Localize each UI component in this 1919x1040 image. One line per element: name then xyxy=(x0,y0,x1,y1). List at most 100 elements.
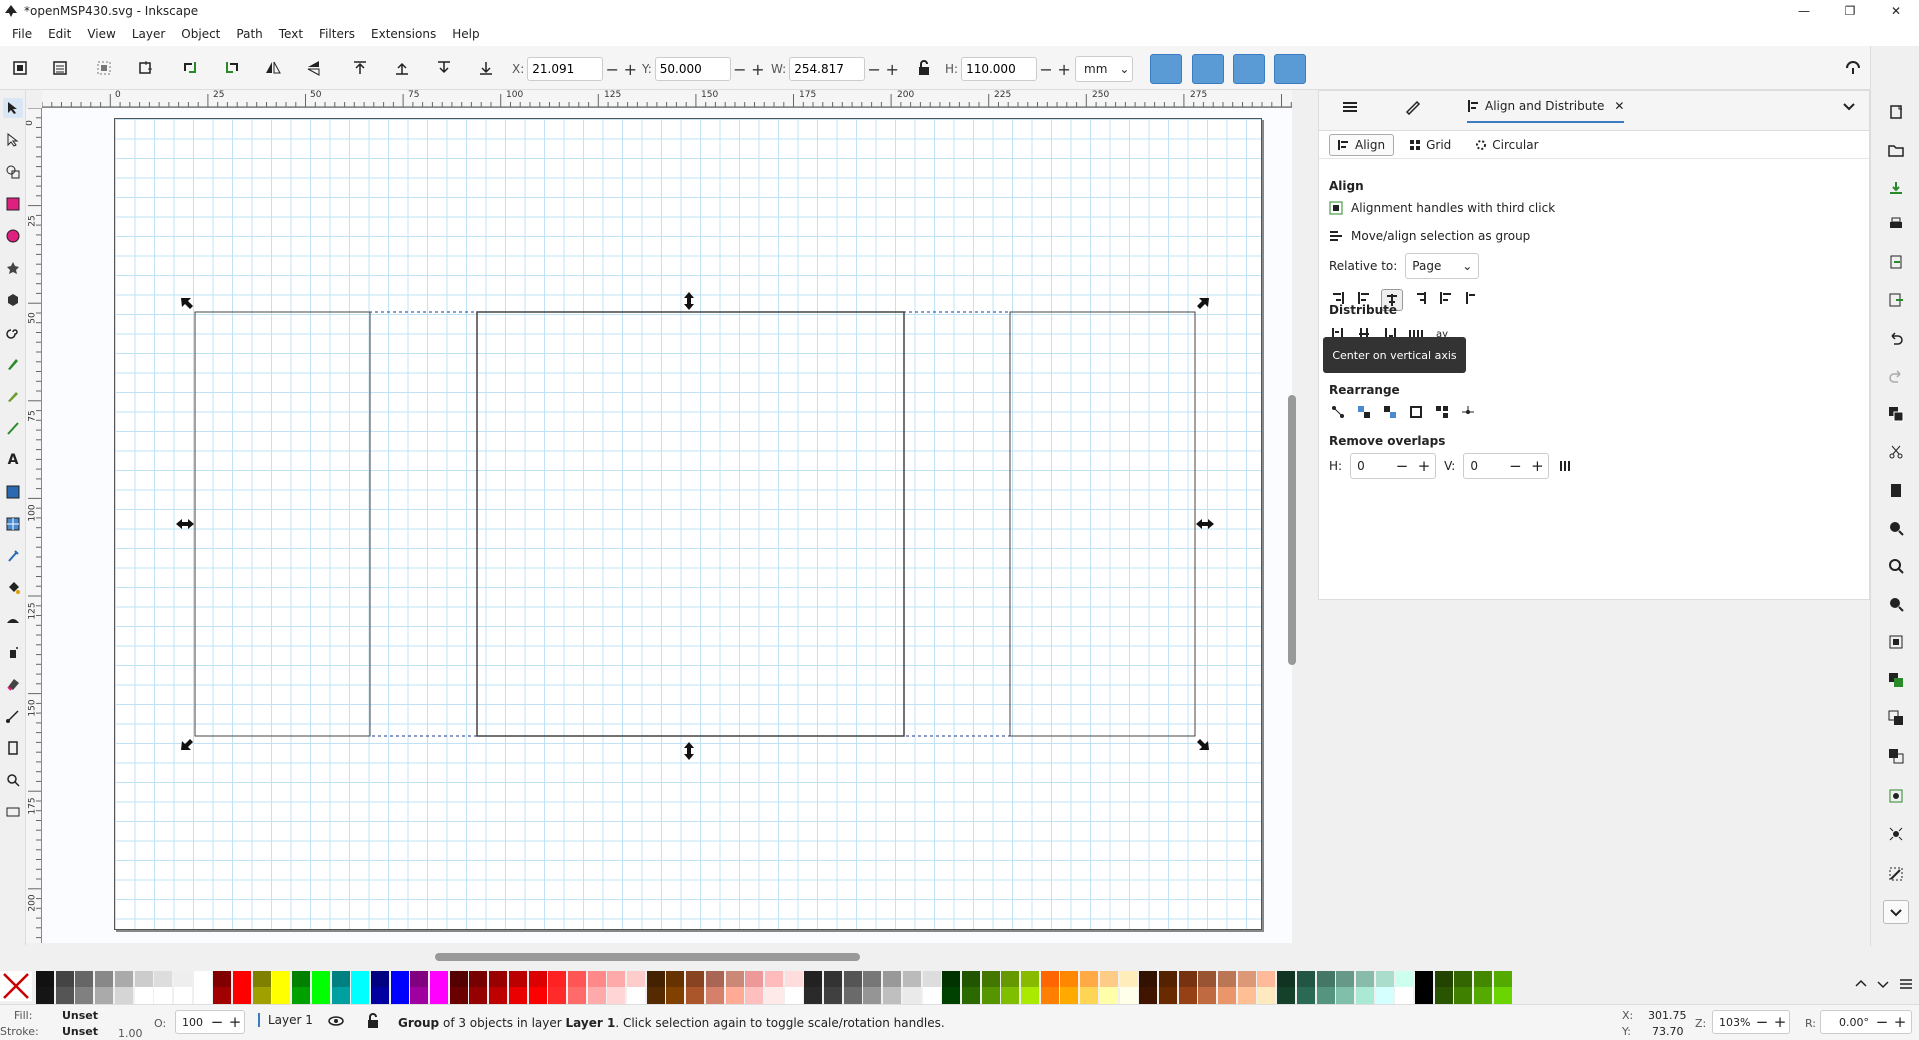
menu-edit[interactable]: Edit xyxy=(40,27,79,41)
tab-align-distribute[interactable]: Align and Distribute ✕ xyxy=(1467,99,1625,123)
rotate-cw-icon[interactable] xyxy=(222,58,242,78)
horizontal-scrollbar[interactable] xyxy=(435,953,860,961)
paint-bucket-tool-icon[interactable] xyxy=(3,578,23,598)
color-swatch[interactable] xyxy=(922,987,941,1004)
relative-to-select[interactable]: Page ⌄ xyxy=(1405,253,1480,279)
w-input[interactable] xyxy=(789,57,866,81)
color-swatch[interactable] xyxy=(1040,987,1059,1004)
exchange-stacking-order-icon[interactable] xyxy=(1381,403,1399,421)
color-swatch[interactable] xyxy=(1099,987,1118,1004)
star-tool-icon[interactable] xyxy=(3,258,23,278)
menu-filters[interactable]: Filters xyxy=(311,27,363,41)
color-swatch[interactable] xyxy=(942,971,961,988)
dock-menu-chevron-icon[interactable] xyxy=(1842,99,1856,113)
unlink-clone-icon[interactable] xyxy=(1886,746,1906,766)
color-swatch[interactable] xyxy=(1257,987,1276,1004)
color-swatch[interactable] xyxy=(942,987,961,1004)
color-swatch[interactable] xyxy=(1040,971,1059,988)
color-swatch[interactable] xyxy=(1493,987,1512,1004)
color-swatch[interactable] xyxy=(587,971,606,988)
overlap-h-spinner[interactable]: 0 − + xyxy=(1350,453,1437,479)
minimize-button[interactable]: — xyxy=(1781,0,1827,22)
color-swatch[interactable] xyxy=(370,971,389,988)
color-swatch[interactable] xyxy=(1296,971,1315,988)
h-decrement-button[interactable]: − xyxy=(1037,60,1055,79)
color-swatch[interactable] xyxy=(824,987,842,1004)
color-swatch[interactable] xyxy=(1434,987,1453,1004)
color-swatch[interactable] xyxy=(863,987,882,1004)
color-swatch[interactable] xyxy=(193,971,212,988)
calligraphy-tool-icon[interactable] xyxy=(3,418,23,438)
lower-to-bottom-icon[interactable] xyxy=(476,58,496,78)
layers-tab-icon[interactable] xyxy=(1341,99,1359,115)
color-swatch[interactable] xyxy=(469,971,488,988)
copy-icon[interactable] xyxy=(1886,404,1906,424)
color-swatch[interactable] xyxy=(804,987,823,1004)
subtab-circular[interactable]: Circular xyxy=(1466,134,1547,156)
color-swatch[interactable] xyxy=(1257,971,1276,988)
color-swatch[interactable] xyxy=(607,987,626,1004)
color-swatch[interactable] xyxy=(1355,987,1374,1004)
randomize-centers-icon[interactable] xyxy=(1433,403,1451,421)
move-patterns-toggle[interactable] xyxy=(1274,54,1306,84)
pages-tool-icon[interactable] xyxy=(3,738,23,758)
color-swatch[interactable] xyxy=(981,971,1000,988)
color-swatch[interactable] xyxy=(1060,971,1079,988)
color-swatch[interactable] xyxy=(292,971,311,988)
spray-tool-icon[interactable] xyxy=(3,642,23,662)
paste-icon[interactable] xyxy=(1886,480,1906,500)
cut-icon[interactable] xyxy=(1886,442,1906,462)
color-swatch[interactable] xyxy=(75,971,94,988)
color-swatch[interactable] xyxy=(173,971,192,988)
more-commands-chevron-icon[interactable] xyxy=(1883,900,1909,924)
color-swatch[interactable] xyxy=(134,987,153,1004)
scale-stroke-toggle[interactable] xyxy=(1150,54,1182,84)
palette-scroll-down-icon[interactable] xyxy=(1877,978,1889,990)
third-click-option[interactable]: Alignment handles with third click xyxy=(1329,201,1555,215)
color-swatch[interactable] xyxy=(1434,971,1453,988)
zoom-tool-icon[interactable] xyxy=(3,770,23,790)
align-right-sides-icon[interactable] xyxy=(1411,289,1429,307)
layer-lock-icon[interactable] xyxy=(366,1013,380,1032)
w-decrement-button[interactable]: − xyxy=(865,60,883,79)
color-swatch[interactable] xyxy=(1296,987,1315,1004)
color-swatch[interactable] xyxy=(331,971,350,988)
color-swatch[interactable] xyxy=(252,971,271,988)
unit-select[interactable]: mm ⌄ xyxy=(1075,56,1133,82)
eraser-tool-icon[interactable] xyxy=(3,674,23,694)
color-swatch[interactable] xyxy=(331,987,350,1004)
color-swatch[interactable] xyxy=(1395,971,1414,988)
color-swatch[interactable] xyxy=(390,971,409,988)
clone-icon[interactable] xyxy=(1886,708,1906,728)
color-swatch[interactable] xyxy=(410,987,429,1004)
scale-corners-toggle[interactable] xyxy=(1192,54,1224,84)
color-swatch[interactable] xyxy=(1415,971,1433,988)
lower-icon[interactable] xyxy=(434,58,454,78)
rearrange-graph-icon[interactable] xyxy=(1329,403,1347,421)
color-swatch[interactable] xyxy=(1355,971,1374,988)
color-swatch[interactable] xyxy=(883,987,902,1004)
color-swatch[interactable] xyxy=(784,971,803,988)
mesh-tool-icon[interactable] xyxy=(3,514,23,534)
color-swatch[interactable] xyxy=(627,987,645,1004)
color-swatch[interactable] xyxy=(95,971,114,988)
color-swatch[interactable] xyxy=(311,971,330,988)
undo-icon[interactable] xyxy=(1886,328,1906,348)
exchange-selection-order-icon[interactable] xyxy=(1355,403,1373,421)
center-rectangle[interactable] xyxy=(476,311,905,737)
color-swatch[interactable] xyxy=(1060,987,1079,1004)
node-tool-icon[interactable] xyxy=(3,130,23,150)
ungroup-icon[interactable] xyxy=(1886,824,1906,844)
color-swatch[interactable] xyxy=(1395,987,1414,1004)
color-swatch[interactable] xyxy=(1139,971,1158,988)
raise-icon[interactable] xyxy=(392,58,412,78)
subtab-grid[interactable]: Grid xyxy=(1400,134,1460,156)
color-swatch[interactable] xyxy=(114,987,133,1004)
color-swatch[interactable] xyxy=(686,971,705,988)
color-swatch[interactable] xyxy=(804,971,823,988)
color-swatch[interactable] xyxy=(508,971,527,988)
menu-object[interactable]: Object xyxy=(173,27,228,41)
color-swatch[interactable] xyxy=(646,987,665,1004)
fill-stroke-tab-icon[interactable] xyxy=(1404,99,1422,115)
color-swatch[interactable] xyxy=(1237,987,1256,1004)
